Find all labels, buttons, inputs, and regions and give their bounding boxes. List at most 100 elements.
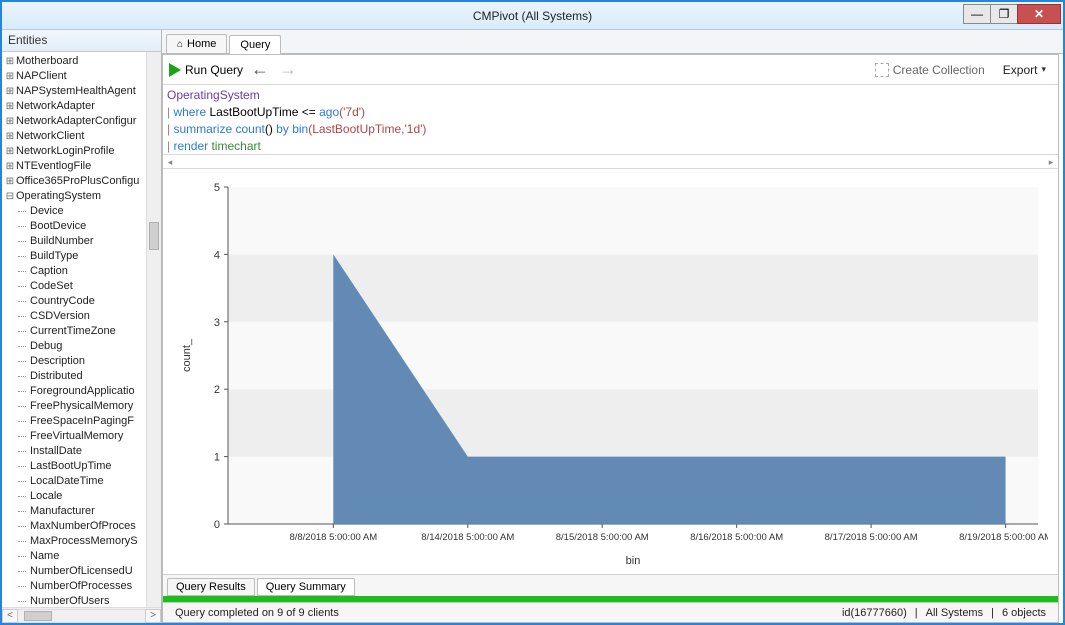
tree-node[interactable]: ⊞NetworkAdapterConfigur xyxy=(4,114,161,129)
titlebar: CMPivot (All Systems) — ❐ ✕ xyxy=(2,2,1063,30)
tree-node[interactable]: ⊞NAPClient xyxy=(4,69,161,84)
tab-query[interactable]: Query xyxy=(229,35,281,54)
create-collection-button[interactable]: Create Collection xyxy=(869,61,991,79)
tab-query-results[interactable]: Query Results xyxy=(167,578,255,596)
svg-text:8/16/2018 5:00:00 AM: 8/16/2018 5:00:00 AM xyxy=(690,532,783,543)
tree-leaf[interactable]: NumberOfUsers xyxy=(4,594,161,607)
status-id: id(16777660) xyxy=(838,607,911,619)
tree-leaf[interactable]: FreeVirtualMemory xyxy=(4,429,161,444)
tree-leaf[interactable]: CSDVersion xyxy=(4,309,161,324)
svg-text:bin: bin xyxy=(626,555,641,567)
create-collection-label: Create Collection xyxy=(893,63,985,77)
tree-leaf[interactable]: NumberOfLicensedU xyxy=(4,564,161,579)
close-button[interactable]: ✕ xyxy=(1017,4,1061,24)
collection-icon xyxy=(875,63,889,77)
tree-leaf[interactable]: Locale xyxy=(4,489,161,504)
tree-hscroll[interactable]: < > xyxy=(2,607,161,623)
query-editor[interactable]: OperatingSystem | where LastBootUpTime <… xyxy=(163,85,1058,155)
editor-hscroll-right[interactable]: ▸ xyxy=(1044,155,1058,168)
tree-node[interactable]: ⊟OperatingSystem xyxy=(4,189,161,204)
tree-leaf[interactable]: MaxProcessMemoryS xyxy=(4,534,161,549)
timechart: 0123458/8/2018 5:00:00 AM8/14/2018 5:00:… xyxy=(173,177,1048,570)
svg-text:4: 4 xyxy=(214,249,220,261)
tree-leaf[interactable]: MaxNumberOfProces xyxy=(4,519,161,534)
tree-leaf[interactable]: Description xyxy=(4,354,161,369)
tree-leaf[interactable]: LocalDateTime xyxy=(4,474,161,489)
tree-leaf[interactable]: NumberOfProcesses xyxy=(4,579,161,594)
window-title: CMPivot (All Systems) xyxy=(2,9,1063,23)
svg-text:0: 0 xyxy=(214,519,220,531)
editor-entity: OperatingSystem xyxy=(167,88,260,102)
tab-query-summary[interactable]: Query Summary xyxy=(257,578,355,596)
svg-text:3: 3 xyxy=(214,317,220,329)
tree-leaf[interactable]: Manufacturer xyxy=(4,504,161,519)
app-window: CMPivot (All Systems) — ❐ ✕ Entities ⊞Mo… xyxy=(0,0,1065,625)
nav-back-button[interactable]: ← xyxy=(249,59,271,80)
tree-node[interactable]: ⊞NetworkLoginProfile xyxy=(4,144,161,159)
entities-tree[interactable]: ⊞Motherboard⊞NAPClient⊞NAPSystemHealthAg… xyxy=(2,52,161,607)
svg-text:2: 2 xyxy=(214,384,220,396)
tree-node[interactable]: ⊞NTEventlogFile xyxy=(4,159,161,174)
export-button[interactable]: Export xyxy=(997,61,1052,79)
tree-leaf[interactable]: Distributed xyxy=(4,369,161,384)
tree-leaf[interactable]: Caption xyxy=(4,264,161,279)
window-body: Entities ⊞Motherboard⊞NAPClient⊞NAPSyste… xyxy=(2,30,1063,623)
tree-leaf[interactable]: Name xyxy=(4,549,161,564)
export-label: Export xyxy=(1003,63,1038,77)
tree-leaf[interactable]: CodeSet xyxy=(4,279,161,294)
hscroll-thumb[interactable] xyxy=(24,611,52,621)
tree-node[interactable]: ⊞Motherboard xyxy=(4,54,161,69)
home-icon: ⌂ xyxy=(177,39,183,50)
tree-leaf[interactable]: FreePhysicalMemory xyxy=(4,399,161,414)
chart-area: 0123458/8/2018 5:00:00 AM8/14/2018 5:00:… xyxy=(163,169,1058,574)
svg-text:count_: count_ xyxy=(181,338,193,372)
status-bar: Query completed on 9 of 9 clients id(167… xyxy=(163,602,1058,622)
tree-leaf[interactable]: FreeSpaceInPagingF xyxy=(4,414,161,429)
tree-leaf[interactable]: Device xyxy=(4,204,161,219)
status-collection: All Systems xyxy=(922,607,987,619)
tree-node[interactable]: ⊞Office365ProPlusConfigu xyxy=(4,174,161,189)
editor-hscroll[interactable]: ◂ ▸ xyxy=(163,155,1058,169)
query-toolbar: Run Query ← → Create Collection Export xyxy=(163,55,1058,85)
entities-header: Entities xyxy=(2,30,161,52)
tree-node[interactable]: ⊞NetworkAdapter xyxy=(4,99,161,114)
tree-vscroll[interactable] xyxy=(146,52,161,607)
tree-leaf[interactable]: InstallDate xyxy=(4,444,161,459)
tab-home[interactable]: ⌂ Home xyxy=(166,34,227,53)
svg-text:1: 1 xyxy=(214,452,220,464)
tree-leaf[interactable]: BootDevice xyxy=(4,219,161,234)
status-message: Query completed on 9 of 9 clients xyxy=(171,607,343,619)
hscroll-left-arrow[interactable]: < xyxy=(2,609,18,623)
tree-vscroll-thumb[interactable] xyxy=(149,222,159,250)
svg-text:8/17/2018 5:00:00 AM: 8/17/2018 5:00:00 AM xyxy=(825,532,918,543)
tree-leaf[interactable]: BuildNumber xyxy=(4,234,161,249)
tab-query-label: Query xyxy=(240,39,270,51)
tree-leaf[interactable]: Debug xyxy=(4,339,161,354)
entities-tree-wrap: ⊞Motherboard⊞NAPClient⊞NAPSystemHealthAg… xyxy=(2,52,161,607)
entities-panel: Entities ⊞Motherboard⊞NAPClient⊞NAPSyste… xyxy=(2,30,162,623)
maximize-button[interactable]: ❐ xyxy=(990,4,1018,24)
hscroll-right-arrow[interactable]: > xyxy=(145,609,161,623)
tree-leaf[interactable]: CurrentTimeZone xyxy=(4,324,161,339)
result-tabs: Query Results Query Summary xyxy=(163,574,1058,596)
run-query-label: Run Query xyxy=(185,63,243,77)
tree-node[interactable]: ⊞NAPSystemHealthAgent xyxy=(4,84,161,99)
run-query-button[interactable]: Run Query xyxy=(169,63,243,77)
tab-home-label: Home xyxy=(187,38,216,50)
tree-leaf[interactable]: CountryCode xyxy=(4,294,161,309)
minimize-button[interactable]: — xyxy=(963,4,991,24)
tree-node[interactable]: ⊞NetworkClient xyxy=(4,129,161,144)
query-content: Run Query ← → Create Collection Export O… xyxy=(162,54,1059,623)
tree-leaf[interactable]: ForegroundApplicatio xyxy=(4,384,161,399)
main-panel: ⌂ Home Query Run Query ← → xyxy=(162,30,1063,623)
svg-text:8/14/2018 5:00:00 AM: 8/14/2018 5:00:00 AM xyxy=(421,532,514,543)
nav-forward-button[interactable]: → xyxy=(277,59,299,80)
window-controls: — ❐ ✕ xyxy=(964,4,1061,24)
status-objects: 6 objects xyxy=(998,607,1050,619)
svg-text:8/8/2018 5:00:00 AM: 8/8/2018 5:00:00 AM xyxy=(289,532,377,543)
hscroll-track[interactable] xyxy=(18,609,145,623)
editor-hscroll-left[interactable]: ◂ xyxy=(163,155,177,168)
tree-leaf[interactable]: BuildType xyxy=(4,249,161,264)
tree-leaf[interactable]: LastBootUpTime xyxy=(4,459,161,474)
main-tabs: ⌂ Home Query xyxy=(162,30,1063,54)
